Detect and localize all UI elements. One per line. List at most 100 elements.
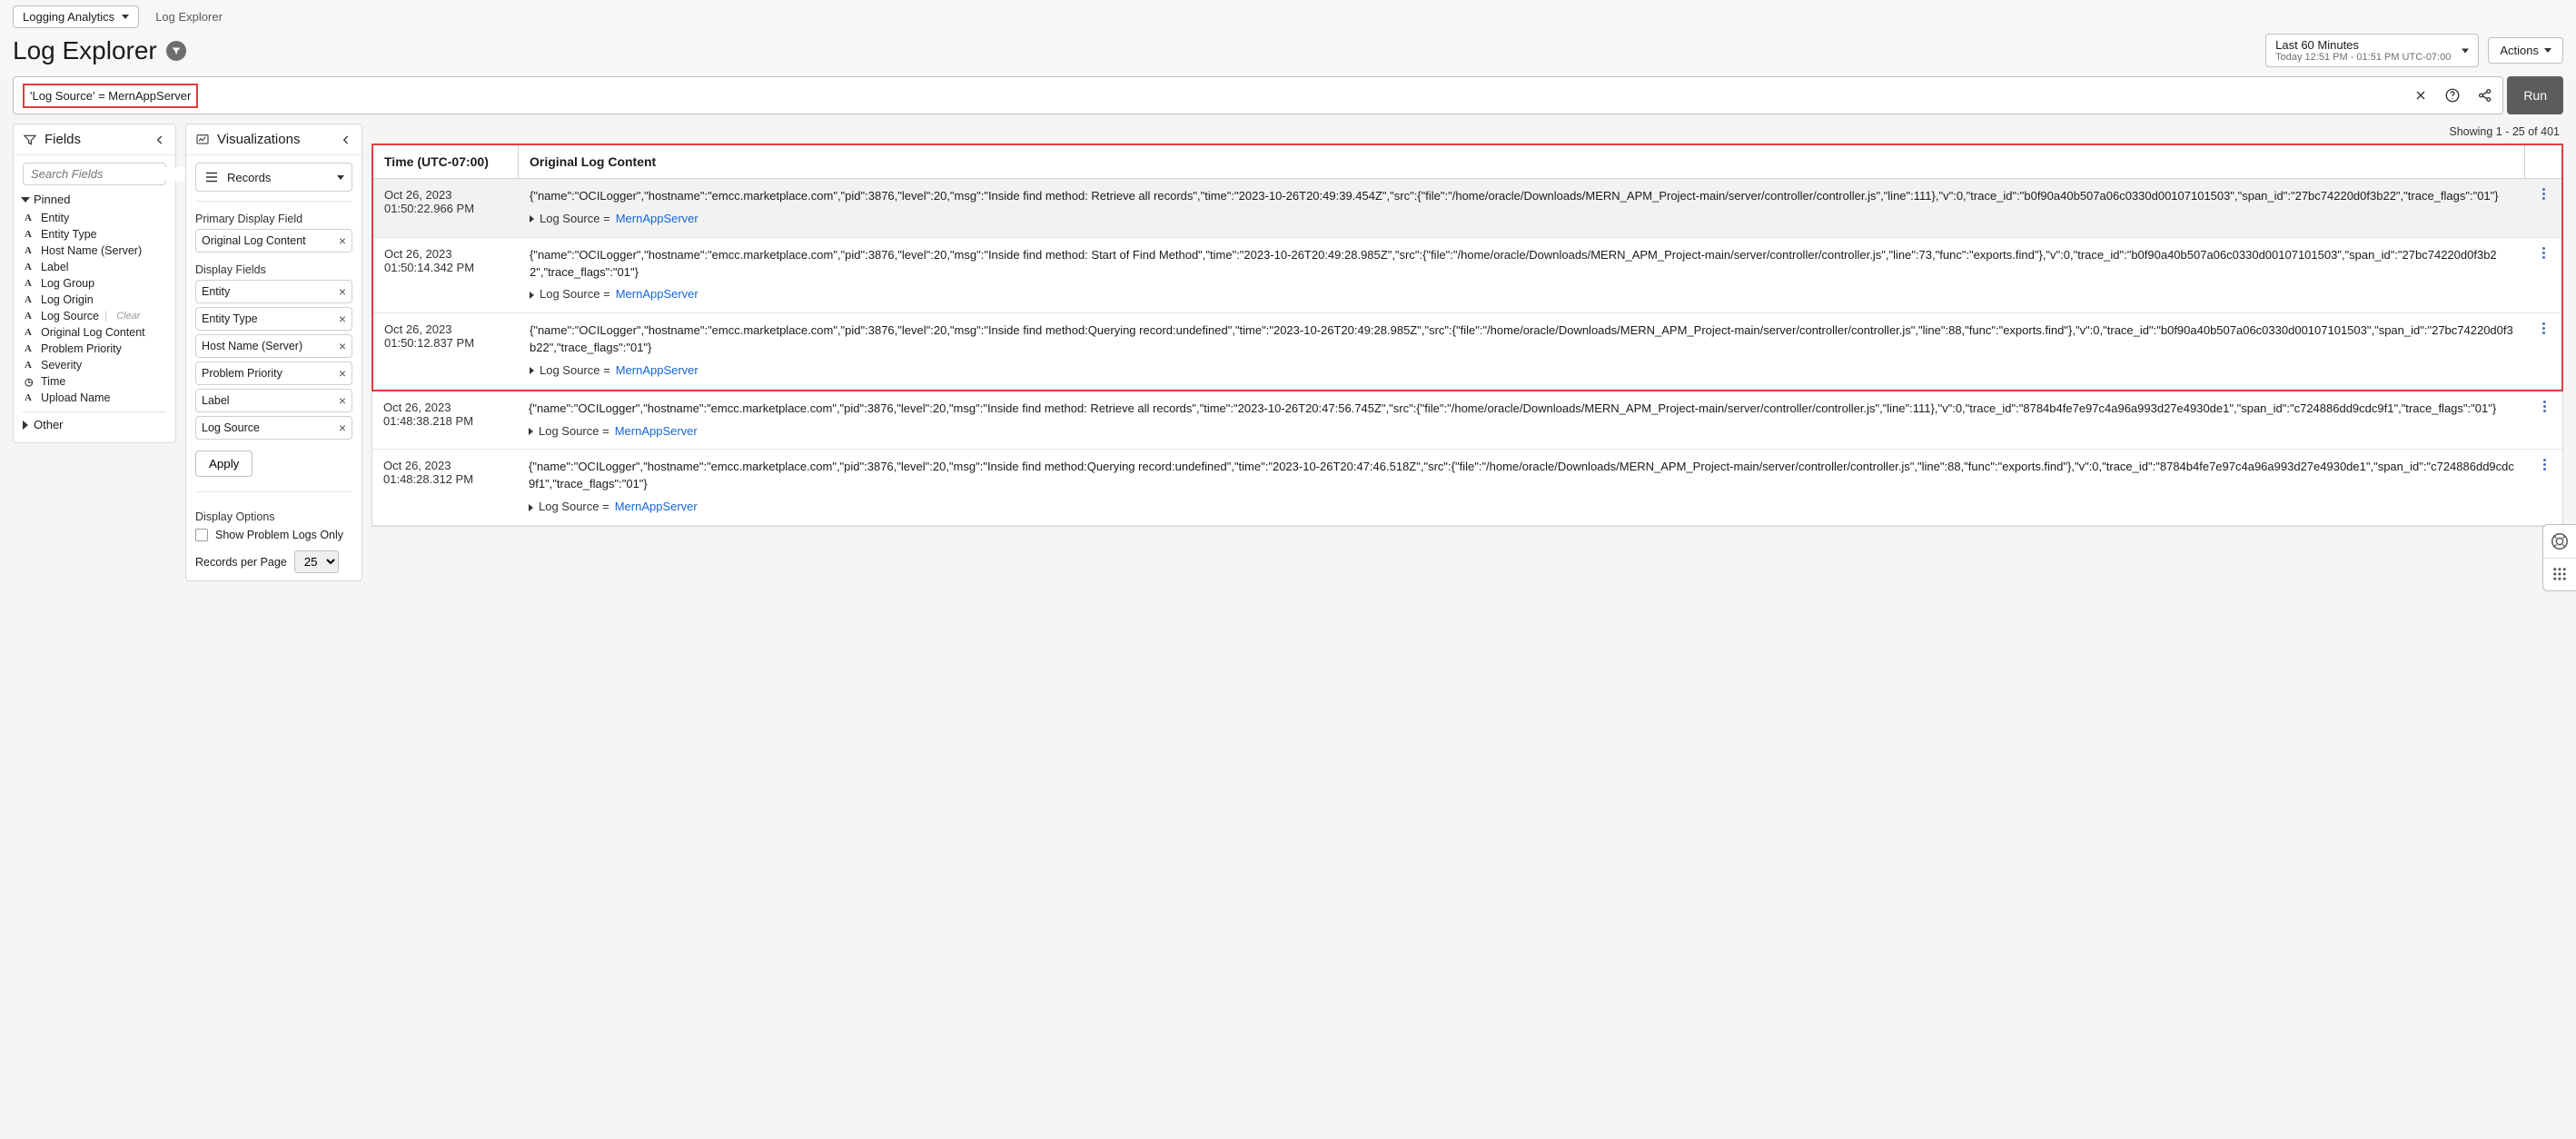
th-time[interactable]: Time (UTC-07:00): [373, 145, 519, 178]
field-item[interactable]: ALog Origin: [25, 292, 166, 308]
log-source-link[interactable]: MernAppServer: [615, 423, 698, 441]
chevron-down-icon: [122, 15, 129, 19]
table-header: Time (UTC-07:00) Original Log Content: [373, 145, 2561, 179]
log-source-link[interactable]: MernAppServer: [616, 286, 698, 303]
viz-icon: [195, 133, 210, 147]
field-type-icon: [25, 376, 35, 388]
apply-button[interactable]: Apply: [195, 451, 253, 477]
field-name: Host Name (Server): [41, 244, 142, 257]
table-row[interactable]: Oct 26, 202301:50:22.966 PM{"name":"OCIL…: [373, 179, 2561, 238]
log-source-link[interactable]: MernAppServer: [616, 211, 698, 228]
row-actions-icon[interactable]: [2542, 322, 2545, 334]
pinned-group[interactable]: Pinned: [23, 193, 166, 206]
field-name: Label: [41, 261, 69, 273]
field-type-icon: A: [25, 392, 35, 403]
field-name: Severity: [41, 359, 82, 371]
list-icon: [203, 169, 220, 185]
primary-field-label: Primary Display Field: [195, 213, 352, 225]
remove-icon[interactable]: ×: [339, 366, 346, 381]
triangle-right-icon[interactable]: [529, 504, 533, 511]
time-range-picker[interactable]: Last 60 Minutes Today 12:51 PM - 01:51 P…: [2265, 34, 2479, 67]
display-field-chip[interactable]: Host Name (Server)×: [195, 334, 352, 358]
field-name: Entity Type: [41, 228, 97, 241]
field-type-icon: A: [25, 343, 35, 354]
log-source-link[interactable]: MernAppServer: [616, 362, 698, 380]
cell-time: Oct 26, 202301:48:28.312 PM: [372, 450, 518, 525]
display-field-chip[interactable]: Log Source×: [195, 416, 352, 440]
row-actions-icon[interactable]: [2543, 459, 2546, 470]
display-field-chip[interactable]: Entity Type×: [195, 307, 352, 331]
display-field-chip[interactable]: Entity×: [195, 280, 352, 303]
display-field-chip[interactable]: Label×: [195, 389, 352, 412]
records-selector[interactable]: Records: [195, 163, 352, 192]
field-item[interactable]: AProblem Priority: [25, 341, 166, 357]
field-item[interactable]: AEntity Type: [25, 226, 166, 243]
field-item[interactable]: A Label: [25, 259, 166, 275]
cell-content: {"name":"OCILogger","hostname":"emcc.mar…: [519, 179, 2525, 237]
table-row[interactable]: Oct 26, 202301:50:14.342 PM{"name":"OCIL…: [373, 238, 2561, 314]
breadcrumb[interactable]: Log Explorer: [155, 10, 223, 24]
remove-icon[interactable]: ×: [339, 233, 346, 248]
query-input[interactable]: 'Log Source' = MernAppServer: [23, 84, 198, 108]
row-actions-icon[interactable]: [2543, 401, 2546, 412]
fields-search[interactable]: [23, 163, 166, 185]
field-item[interactable]: AOriginal Log Content: [25, 324, 166, 341]
collapse-left-icon[interactable]: [340, 134, 352, 146]
remove-icon[interactable]: ×: [339, 312, 346, 326]
cell-time: Oct 26, 202301:50:12.837 PM: [373, 313, 519, 389]
row-actions-icon[interactable]: [2542, 247, 2545, 259]
problem-logs-checkbox[interactable]: Show Problem Logs Only: [195, 529, 352, 541]
lifebuoy-icon[interactable]: [2543, 525, 2576, 558]
field-item[interactable]: ALog Group: [25, 275, 166, 292]
other-group[interactable]: Other: [23, 418, 166, 431]
log-source-link[interactable]: MernAppServer: [615, 499, 698, 516]
help-float: [2542, 524, 2576, 591]
primary-field-chip[interactable]: Original Log Content ×: [195, 229, 352, 253]
triangle-right-icon: [23, 421, 28, 430]
cell-content: {"name":"OCILogger","hostname":"emcc.mar…: [519, 313, 2525, 389]
funnel-icon: [23, 133, 37, 147]
field-clear[interactable]: Clear: [116, 311, 140, 322]
table-row[interactable]: Oct 26, 202301:48:28.312 PM{"name":"OCIL…: [372, 450, 2562, 526]
triangle-right-icon[interactable]: [529, 428, 533, 435]
rpp-select[interactable]: 25: [294, 550, 339, 573]
field-type-icon: A: [25, 278, 35, 289]
row-actions-icon[interactable]: [2542, 188, 2545, 200]
field-item[interactable]: AUpload Name: [25, 390, 166, 406]
field-type-icon: A: [25, 360, 35, 371]
apps-grid-icon[interactable]: [2543, 558, 2576, 590]
cell-time: Oct 26, 202301:50:14.342 PM: [373, 238, 519, 313]
fields-search-input[interactable]: [31, 167, 193, 181]
field-type-icon: A: [25, 262, 35, 272]
actions-button[interactable]: Actions: [2488, 37, 2563, 64]
remove-icon[interactable]: ×: [339, 339, 346, 353]
results-count: Showing 1 - 25 of 401: [372, 124, 2563, 144]
field-item[interactable]: Time: [25, 373, 166, 390]
field-item[interactable]: ALog Source | Clear: [25, 308, 166, 324]
field-item[interactable]: AHost Name (Server): [25, 243, 166, 259]
triangle-right-icon[interactable]: [530, 367, 534, 374]
table-row[interactable]: Oct 26, 202301:50:12.837 PM{"name":"OCIL…: [373, 313, 2561, 390]
run-button[interactable]: Run: [2507, 76, 2563, 114]
triangle-right-icon[interactable]: [530, 215, 534, 223]
share-icon[interactable]: [2477, 87, 2493, 104]
remove-icon[interactable]: ×: [339, 421, 346, 435]
remove-icon[interactable]: ×: [339, 393, 346, 408]
th-content[interactable]: Original Log Content: [519, 145, 2525, 178]
field-item[interactable]: A Severity: [25, 357, 166, 373]
caret-down-icon: [2544, 48, 2551, 53]
display-field-chip[interactable]: Problem Priority×: [195, 362, 352, 385]
field-name: Original Log Content: [41, 326, 145, 339]
clear-icon[interactable]: [2413, 88, 2428, 103]
field-item[interactable]: AEntity: [25, 210, 166, 226]
remove-icon[interactable]: ×: [339, 284, 346, 299]
triangle-right-icon[interactable]: [530, 292, 534, 299]
field-name: Time: [41, 375, 65, 388]
cell-content: {"name":"OCILogger","hostname":"emcc.mar…: [519, 238, 2525, 313]
analytics-dropdown[interactable]: Logging Analytics: [13, 5, 139, 28]
page-title: Log Explorer: [13, 36, 186, 65]
table-row[interactable]: Oct 26, 202301:48:38.218 PM{"name":"OCIL…: [372, 391, 2562, 451]
filter-circle-icon[interactable]: [166, 41, 186, 61]
collapse-left-icon[interactable]: [154, 134, 166, 146]
help-icon[interactable]: [2444, 87, 2461, 104]
